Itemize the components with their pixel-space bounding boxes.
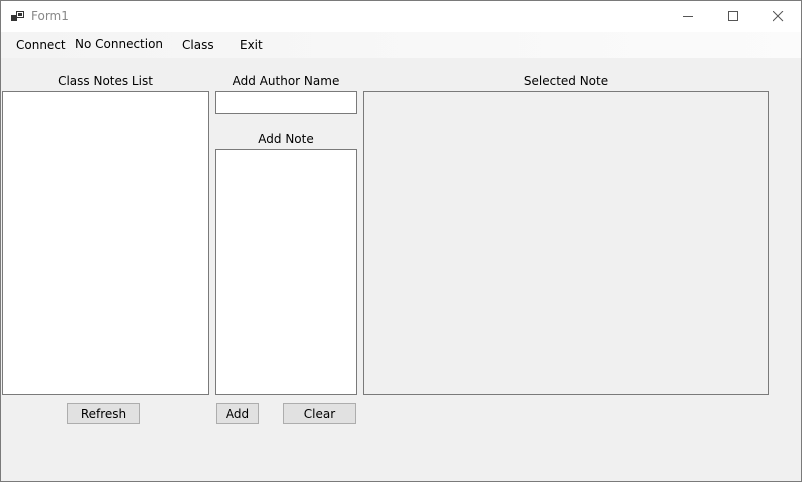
- app-icon: [11, 11, 24, 21]
- close-button[interactable]: [755, 1, 801, 31]
- minimize-button[interactable]: [665, 1, 711, 31]
- menu-class[interactable]: Class: [182, 38, 214, 52]
- minimize-icon: [682, 15, 693, 17]
- add-note-label: Add Note: [258, 132, 314, 146]
- menu-bar: Connect No Connection Class Exit: [1, 32, 801, 58]
- window-title: Form1: [31, 9, 69, 23]
- menu-connect[interactable]: Connect: [16, 38, 66, 52]
- title-bar[interactable]: Form1: [1, 1, 801, 32]
- menu-exit[interactable]: Exit: [240, 38, 263, 52]
- clear-button[interactable]: Clear: [283, 403, 356, 424]
- main-window: Form1 Connect No Connection Class Exit C…: [0, 0, 802, 482]
- refresh-button[interactable]: Refresh: [67, 403, 140, 424]
- class-notes-list-label: Class Notes List: [58, 74, 153, 88]
- author-name-input[interactable]: [215, 91, 357, 114]
- add-author-name-label: Add Author Name: [232, 74, 340, 88]
- note-textarea[interactable]: [215, 149, 357, 395]
- class-notes-listbox[interactable]: [2, 91, 209, 395]
- maximize-button[interactable]: [710, 1, 756, 31]
- selected-note-label: Selected Note: [523, 74, 609, 88]
- maximize-icon: [727, 10, 738, 21]
- close-icon: [772, 10, 783, 21]
- selected-note-textbox[interactable]: [363, 91, 769, 395]
- connection-status: No Connection: [75, 37, 164, 51]
- add-button[interactable]: Add: [216, 403, 259, 424]
